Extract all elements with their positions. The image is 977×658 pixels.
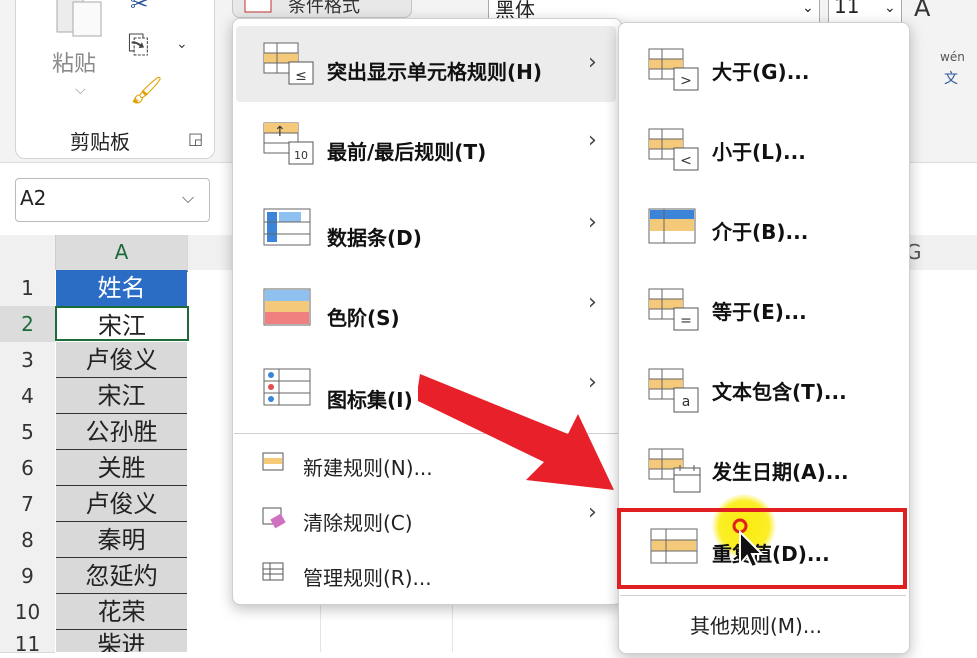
chevron-right-icon: › (588, 50, 597, 75)
clipboard-group-title: 剪贴板 (70, 130, 130, 154)
menu-item-icon-sets[interactable]: 图标集(I) (327, 384, 413, 413)
table-cell[interactable]: 花荣 (56, 594, 187, 630)
less-than-icon: < (648, 128, 699, 171)
between-icon (648, 208, 696, 244)
svg-text:=: = (680, 313, 692, 329)
phonetic-guide-top[interactable]: wén (940, 50, 965, 64)
menu-item-new-rule[interactable]: 新建规则(N)... (303, 452, 433, 481)
row-header[interactable]: 6 (0, 450, 55, 487)
svg-text:↑: ↑ (274, 124, 286, 140)
svg-text:10: 10 (294, 149, 308, 162)
conditional-format-label: 条件格式 (288, 0, 360, 17)
svg-text:<: < (680, 153, 692, 169)
menu-item-top-bottom-rules[interactable]: 最前/最后规则(T) (327, 136, 486, 165)
clear-rules-icon (262, 507, 286, 529)
chevron-down-icon[interactable]: ⌵ (182, 188, 194, 208)
chevron-right-icon: › (588, 128, 597, 153)
table-cell[interactable]: 卢俊义 (56, 342, 187, 378)
data-bars-icon (263, 208, 311, 246)
row-header[interactable]: 11 (0, 630, 55, 656)
new-rule-icon (262, 452, 284, 471)
svg-text:a: a (682, 394, 691, 410)
svg-text:≤: ≤ (295, 68, 307, 84)
submenu-item-between[interactable]: 介于(B)... (712, 216, 808, 245)
table-cell[interactable]: 关胜 (56, 450, 187, 486)
paste-icon[interactable] (55, 0, 110, 40)
table-cell[interactable]: 卢俊义 (56, 486, 187, 522)
text-contains-icon: a (648, 368, 699, 413)
table-cell-active[interactable]: 宋江 (55, 306, 189, 341)
greater-than-icon: > (648, 48, 699, 91)
submenu-item-date-occurring[interactable]: 发生日期(A)... (712, 456, 849, 485)
row-header[interactable]: 9 (0, 558, 55, 595)
icon-sets-icon (263, 368, 311, 406)
conditional-format-icon (244, 0, 272, 13)
table-cell[interactable]: 秦明 (56, 522, 187, 558)
color-scales-icon (263, 288, 311, 326)
column-header-a[interactable]: A (56, 235, 188, 272)
row-header[interactable]: 4 (0, 378, 55, 415)
chevron-right-icon: › (588, 500, 597, 525)
top-bottom-icon: ↑ 10 (263, 122, 314, 165)
name-box-value: A2 (20, 186, 47, 210)
row-header[interactable]: 10 (0, 594, 55, 631)
annotation-arrow (418, 374, 614, 490)
copy-icon[interactable]: ⎘ (128, 30, 149, 61)
row-header[interactable]: 1 (0, 270, 55, 307)
table-cell[interactable]: 忽延灼 (56, 558, 187, 594)
menu-item-data-bars[interactable]: 数据条(D) (327, 222, 422, 251)
increase-font-icon[interactable]: A (914, 0, 930, 22)
chevron-down-icon[interactable]: ⌵ (75, 82, 86, 98)
chevron-right-icon: › (588, 210, 597, 235)
submenu-item-text-contains[interactable]: 文本包含(T)... (712, 376, 847, 405)
chevron-down-icon[interactable]: ⌄ (884, 0, 896, 16)
menu-item-clear-rules[interactable]: 清除规则(C) (303, 507, 413, 536)
mouse-pointer-icon (732, 518, 764, 568)
phonetic-guide-icon[interactable]: 文 (944, 68, 958, 88)
chevron-down-icon[interactable]: ⌄ (802, 0, 814, 16)
paste-button-label[interactable]: 粘贴 (52, 46, 96, 78)
chevron-right-icon: › (588, 290, 597, 315)
format-painter-icon[interactable]: 🖌 (130, 76, 163, 106)
row-header[interactable]: 5 (0, 414, 55, 451)
menu-item-highlight-rules[interactable]: 突出显示单元格规则(H) (327, 56, 542, 85)
svg-text:>: > (680, 73, 692, 89)
equal-to-icon: = (648, 288, 699, 331)
table-cell[interactable]: 柴进 (56, 630, 187, 652)
row-header[interactable]: 7 (0, 486, 55, 523)
menu-item-manage-rules[interactable]: 管理规则(R)... (303, 562, 432, 591)
submenu-item-more-rules[interactable]: 其他规则(M)... (690, 610, 822, 639)
chevron-down-icon[interactable]: ⌄ (176, 36, 188, 52)
table-cell-header[interactable]: 姓名 (56, 270, 187, 306)
table-cell[interactable]: 公孙胜 (56, 414, 187, 450)
table-cell[interactable]: 宋江 (56, 378, 187, 414)
row-header[interactable]: 3 (0, 342, 55, 379)
submenu-item-equal-to[interactable]: 等于(E)... (712, 296, 807, 325)
submenu-item-less-than[interactable]: 小于(L)... (712, 136, 806, 165)
dialog-launcher-icon[interactable]: ◲ (188, 129, 203, 148)
highlight-cells-icon: ≤ (263, 42, 314, 85)
manage-rules-icon (262, 562, 284, 581)
menu-item-color-scales[interactable]: 色阶(S) (327, 302, 400, 331)
cut-icon[interactable]: ✂ (130, 0, 148, 17)
select-all-corner[interactable] (0, 235, 56, 270)
font-size-value: 11 (834, 0, 860, 18)
date-occurring-icon (648, 448, 701, 493)
menu-separator (620, 595, 906, 596)
submenu-item-greater-than[interactable]: 大于(G)... (712, 56, 810, 85)
row-header[interactable]: 8 (0, 522, 55, 559)
row-header[interactable]: 2 (0, 306, 55, 343)
